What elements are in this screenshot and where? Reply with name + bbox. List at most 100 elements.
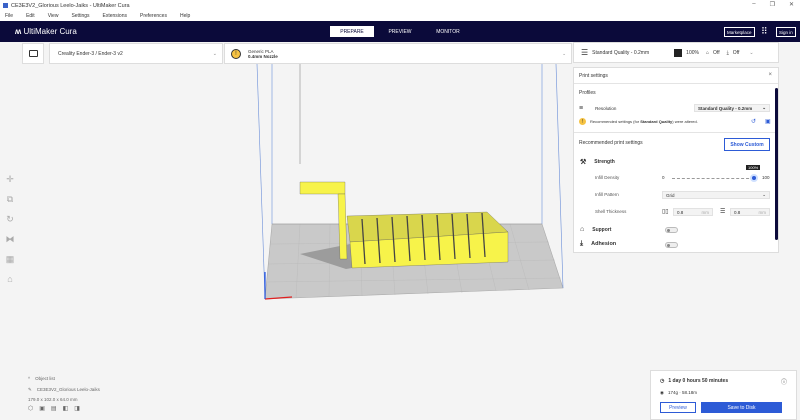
sign-in-button[interactable]: Sign in [776, 27, 796, 37]
print-action-panel: ◷ 1 day 0 hours 50 minutes ⓘ ◉ 174g · 58.1… [650, 370, 797, 420]
chevron-down-icon: ⌄ [212, 50, 217, 57]
view-right-icon[interactable]: ◨ [74, 405, 80, 412]
printer-selector[interactable]: Creality Ender-3 / Ender-3 v2 ⌄ [49, 43, 223, 64]
apps-grid-icon[interactable]: ⠿ [761, 26, 768, 37]
scale-tool-icon[interactable]: ⧉ [4, 194, 16, 206]
tab-prepare[interactable]: PREPARE [330, 26, 374, 37]
chevron-down-icon: ⌄ [762, 105, 766, 110]
resolution-value: Standard Quality - 0.2mm [698, 105, 753, 111]
object-list: ^ Object list ✎ CE3E3V2_Glorious Leelo-Jai… [28, 376, 100, 412]
support-icon: ⌂ [580, 226, 585, 233]
material-selector[interactable]: ! Generic PLA 0.4mm Nozzle ⌄ [224, 43, 572, 64]
chevron-up-icon[interactable]: ^ [28, 376, 30, 381]
top-bottom-thickness-icon: ☰ [720, 209, 726, 215]
settings-altered-warning: Recommended settings (for Standard Quali… [590, 119, 698, 124]
wall-thickness-input[interactable]: 0.8 mm [673, 208, 713, 216]
clock-icon: ◷ [660, 378, 665, 384]
top-bottom-thickness-value: 0.8 [734, 209, 741, 215]
infill-pattern-dropdown[interactable]: Grid ⌄ [662, 191, 770, 199]
resolution-icon: ≡ [579, 105, 584, 112]
reset-icon[interactable]: ↺ [751, 118, 756, 125]
preview-button[interactable]: Preview [660, 402, 696, 413]
menu-view[interactable]: View [48, 13, 59, 19]
infill-slider-handle[interactable] [750, 174, 758, 182]
object-name: CE3E3V2_Glorious Leelo-Jaiks [36, 387, 100, 392]
adhesion-toggle[interactable] [665, 242, 678, 248]
warning-icon: ! [231, 48, 241, 59]
strength-icon: ⚒ [580, 159, 587, 166]
print-settings-summary[interactable]: ☰ Standard Quality - 0.2mm 100% ⌂ Off ⤓ … [573, 42, 779, 63]
show-custom-button[interactable]: Show Custom [724, 138, 770, 151]
support-blocker-icon[interactable]: ⌂ [4, 274, 16, 286]
wall-thickness-icon: ▯▯ [662, 209, 669, 215]
resolution-dropdown[interactable]: Standard Quality - 0.2mm ⌄ [694, 104, 770, 112]
resolution-label: Resolution [595, 106, 617, 111]
slider-tooltip: 100% [746, 165, 761, 170]
adhesion-icon: ⤓ [726, 49, 729, 56]
warning-icon: ! [579, 118, 586, 125]
mirror-tool-icon[interactable]: ⧓ [4, 234, 16, 246]
menu-help[interactable]: Help [180, 13, 190, 19]
view-left-icon[interactable]: ◧ [63, 405, 69, 412]
support-label: Support [592, 226, 612, 233]
app-header: ʍ UltiMaker Cura PREPARE PREVIEW MONITOR… [0, 21, 800, 42]
support-toggle[interactable] [665, 227, 678, 233]
infill-value: 100% [686, 49, 699, 56]
profile-name: Standard Quality - 0.2mm [592, 49, 650, 56]
view-3d-icon[interactable]: ⬡ [28, 405, 33, 412]
unit: mm [701, 209, 710, 215]
settings-sliders-icon: ☰ [581, 48, 589, 57]
profiles-label: Profiles [579, 90, 596, 96]
rotate-tool-icon[interactable]: ↻ [4, 214, 16, 226]
view-front-icon[interactable]: ▣ [39, 405, 45, 412]
infill-icon [674, 48, 683, 57]
maximize-button[interactable]: ❐ [770, 1, 775, 8]
menu-extensions[interactable]: Extensions [103, 13, 127, 19]
pencil-icon[interactable]: ✎ [28, 387, 32, 393]
chevron-down-icon: ⌄ [749, 49, 754, 56]
chevron-down-icon: ⌄ [562, 50, 566, 56]
print-settings-panel: Print settings × Profiles ≡ Resolution S… [573, 67, 779, 253]
move-tool-icon[interactable]: ✛ [4, 174, 16, 186]
menu-edit[interactable]: Edit [26, 13, 35, 19]
app-icon [3, 3, 8, 8]
info-icon[interactable]: ⓘ [781, 377, 787, 386]
menu-settings[interactable]: Settings [71, 13, 89, 19]
panel-scrollbar[interactable] [775, 88, 778, 240]
save-profile-icon[interactable]: ▣ [765, 118, 771, 125]
save-to-disk-button[interactable]: Save to Disk [701, 402, 782, 413]
chevron-down-icon: ⌄ [762, 192, 766, 197]
object-list-toggle[interactable]: Object list [35, 376, 55, 381]
spool-icon: ◉ [660, 390, 664, 395]
tab-monitor[interactable]: MONITOR [426, 26, 470, 37]
nozzle-name: 0.4mm Nozzle [248, 53, 278, 59]
menu-bar: File Edit View Settings Extensions Prefe… [0, 11, 800, 21]
minimize-button[interactable]: – [752, 1, 755, 8]
logo-text: UltiMaker Cura [23, 27, 77, 36]
adhesion-label: Adhesion [591, 241, 617, 247]
close-panel-icon[interactable]: × [768, 72, 772, 78]
menu-file[interactable]: File [5, 13, 13, 19]
material-usage: 174g · 58.18m [667, 390, 697, 395]
top-bottom-thickness-input[interactable]: 0.8 mm [730, 208, 770, 216]
support-icon: ⌂ [705, 49, 709, 56]
menu-preferences[interactable]: Preferences [140, 13, 167, 19]
close-button[interactable]: ✕ [789, 1, 794, 8]
infill-pattern-label: Infill Pattern [595, 192, 619, 197]
wall-thickness-value: 0.8 [677, 209, 684, 215]
marketplace-button[interactable]: Marketplace [724, 27, 755, 37]
slider-min: 0 [662, 175, 665, 180]
title-bar: CE3E3V2_Glorious Leelo-Jaiks - UltiMaker… [0, 0, 800, 11]
tab-preview[interactable]: PREVIEW [378, 26, 422, 37]
object-dimensions: 179.0 x 102.0 x 64.0 mm [28, 397, 78, 402]
view-top-icon[interactable]: ▤ [51, 405, 57, 412]
panel-title: Print settings [579, 73, 608, 79]
per-model-settings-icon[interactable]: ▦ [4, 254, 16, 266]
infill-pattern-value: Grid [666, 192, 675, 198]
print-time: 1 day 0 hours 50 minutes [668, 378, 729, 384]
unit: mm [758, 209, 767, 215]
infill-slider-track[interactable] [672, 178, 754, 179]
support-value: Off [713, 49, 720, 56]
folder-icon [28, 50, 38, 57]
open-file-button[interactable] [22, 43, 44, 64]
